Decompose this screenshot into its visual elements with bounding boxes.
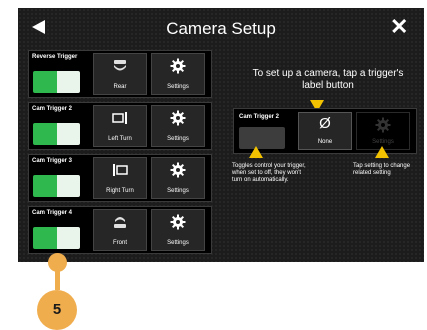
example-view-label: None (317, 139, 333, 145)
trigger-card-reverse: Reverse Trigger Rear Settings (28, 50, 212, 98)
trigger-toggle[interactable] (33, 71, 80, 93)
page-title: Camera Setup (166, 19, 276, 38)
trigger-card-2: Cam Trigger 2 Left Turn Settings (28, 102, 212, 150)
camera-view-button[interactable]: Left Turn (93, 105, 147, 147)
close-icon[interactable]: ✕ (390, 15, 408, 39)
settings-button[interactable]: Settings (151, 157, 205, 199)
settings-label: Settings (167, 240, 189, 246)
settings-label: Settings (167, 188, 189, 194)
trigger-toggle[interactable] (33, 175, 80, 197)
trigger-toggle[interactable] (33, 123, 80, 145)
callout-connector (55, 272, 60, 290)
header: Camera Setup ✕ (18, 8, 424, 50)
gear-icon (152, 110, 204, 126)
pointer-arrow-icon (249, 146, 263, 158)
right-turn-icon (94, 162, 146, 178)
camera-view-button[interactable]: Rear (93, 53, 147, 95)
front-camera-icon (94, 214, 146, 230)
camera-view-button[interactable]: Right Turn (93, 157, 147, 199)
callout-dot (48, 253, 67, 272)
trigger-label: Cam Trigger 2 (32, 106, 73, 112)
trigger-label: Cam Trigger 3 (32, 158, 73, 164)
example-settings-label: Settings (372, 139, 394, 145)
settings-hint-text: Tap setting to change related setting (353, 163, 411, 176)
trigger-card-3: Cam Trigger 3 Right Turn Settings (28, 154, 212, 202)
gear-icon (152, 58, 204, 74)
toggle-hint-text: Toggles control your trigger, when set t… (232, 163, 306, 183)
settings-label: Settings (167, 136, 189, 142)
trigger-toggle[interactable] (33, 227, 80, 249)
settings-button[interactable]: Settings (151, 53, 205, 95)
gear-icon (357, 117, 409, 133)
camera-view-label: Rear (113, 84, 127, 90)
example-settings-button-disabled: Settings (356, 112, 410, 150)
none-icon: Ø (319, 115, 331, 132)
example-trigger-label: Cam Trigger 2 (239, 114, 280, 120)
camera-view-label: Right Turn (106, 188, 134, 194)
trigger-label: Cam Trigger 4 (32, 210, 73, 216)
camera-view-label: Front (112, 240, 127, 246)
camera-setup-screen: Camera Setup ✕ Reverse Trigger Rear Sett… (18, 8, 424, 262)
callout-badge: 5 (37, 290, 77, 330)
settings-label: Settings (167, 84, 189, 90)
trigger-card-4: Cam Trigger 4 Front Settings (28, 206, 212, 254)
settings-button[interactable]: Settings (151, 105, 205, 147)
rear-camera-icon (94, 58, 146, 74)
camera-view-label: Left Turn (108, 136, 132, 142)
settings-button[interactable]: Settings (151, 209, 205, 251)
instructions-text: To set up a camera, tap a trigger's labe… (252, 68, 404, 91)
gear-icon (152, 162, 204, 178)
left-turn-icon (94, 110, 146, 126)
gear-icon (152, 214, 204, 230)
example-camera-view-button[interactable]: Ø None (298, 112, 352, 150)
trigger-label: Reverse Trigger (32, 54, 78, 60)
pointer-arrow-icon (375, 146, 389, 158)
camera-view-button[interactable]: Front (93, 209, 147, 251)
